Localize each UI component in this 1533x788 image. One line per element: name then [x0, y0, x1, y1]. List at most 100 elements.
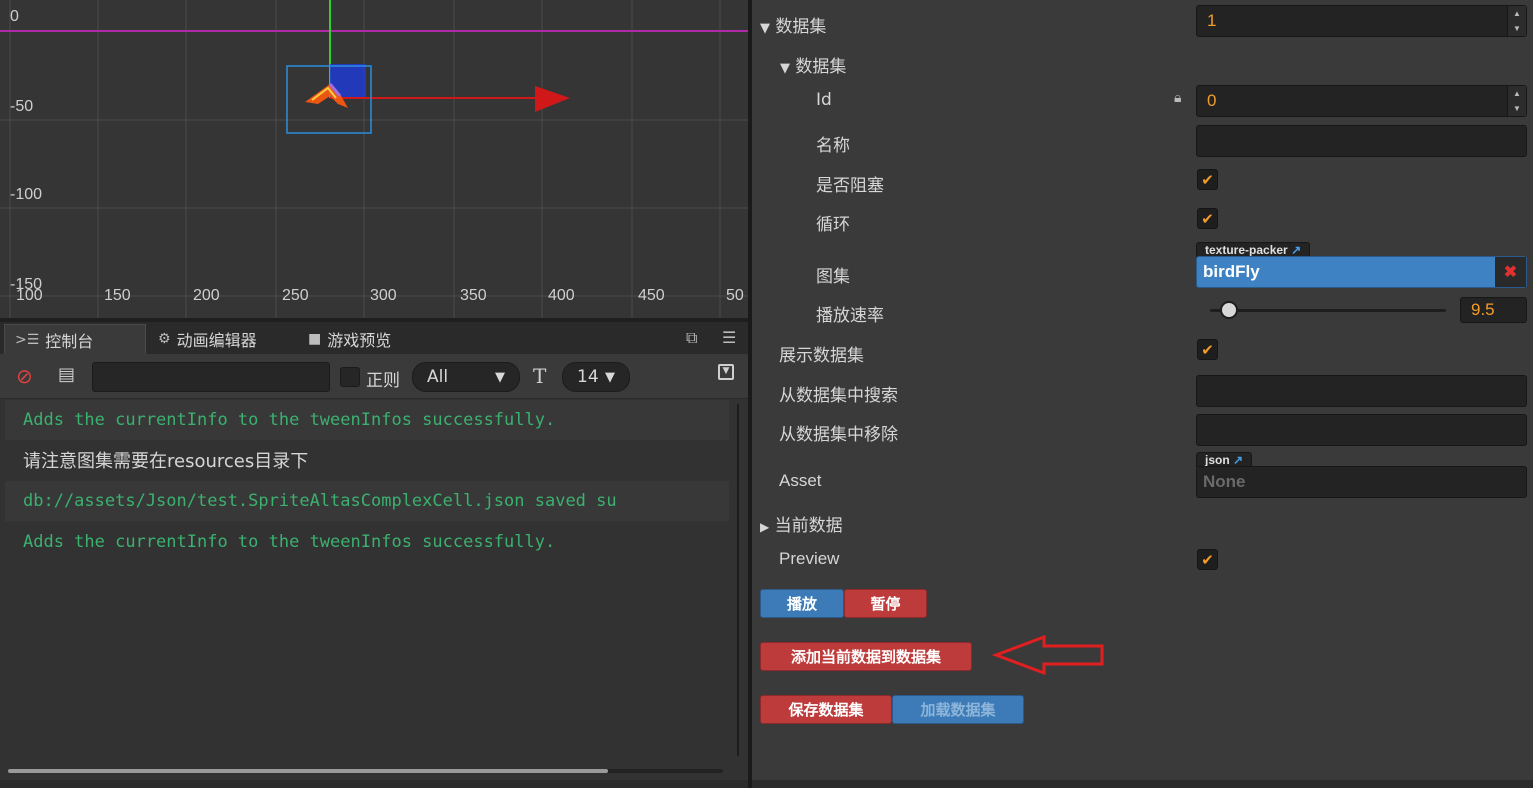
- console-icon: >☰: [15, 331, 40, 348]
- menu-icon[interactable]: ☰: [722, 328, 736, 347]
- chevron-down-icon: ▼: [605, 369, 615, 385]
- chevron-down-icon: ▼: [495, 369, 505, 385]
- sub-dataset-row[interactable]: ▼ 数据集: [780, 52, 846, 77]
- block-label: 是否阻塞: [816, 176, 884, 196]
- font-size-icon: T: [533, 364, 547, 388]
- log-text: Adds the currentInfo to the tweenInfos s…: [23, 410, 556, 430]
- y-tick: 0: [10, 8, 19, 25]
- log-entry[interactable]: Adds the currentInfo to the tweenInfos s…: [5, 522, 729, 562]
- console-panel: >☰ 控制台 ⚙ 动画编辑器 ■ 游戏预览 ⧉ ☰ ⊘ ▤ 正则 All ▼ T…: [0, 322, 749, 780]
- current-data-row[interactable]: ▶ 当前数据: [760, 511, 843, 536]
- log-file-icon[interactable]: ▤: [58, 364, 75, 385]
- camera-icon: ■: [308, 331, 322, 347]
- vertical-scrollbar[interactable]: [737, 404, 739, 756]
- speed-value: 9.5: [1471, 300, 1495, 319]
- dataset-label: 数据集: [775, 17, 827, 37]
- log-entry[interactable]: 请注意图集需要在resources目录下: [5, 440, 729, 480]
- level-value: All: [427, 367, 449, 387]
- block-checkbox[interactable]: ✔: [1197, 169, 1218, 190]
- id-stepper[interactable]: ▲ ▼: [1507, 86, 1526, 116]
- dataset-size-stepper[interactable]: ▲ ▼: [1507, 6, 1526, 36]
- dataset-size-field[interactable]: 1 ▲ ▼: [1196, 5, 1527, 37]
- scrollbar-thumb[interactable]: [8, 769, 608, 773]
- asset-field[interactable]: None: [1196, 466, 1527, 498]
- log-text: db://assets/Json/test.SpriteAltasComplex…: [23, 491, 617, 511]
- popout-icon[interactable]: ⧉: [686, 328, 697, 348]
- search-input[interactable]: [92, 362, 330, 392]
- annotation-arrow-icon: [992, 634, 1104, 676]
- console-log: Adds the currentInfo to the tweenInfos s…: [0, 400, 736, 770]
- show-dataset-label: 展示数据集: [779, 346, 864, 366]
- x-tick: 50: [726, 287, 744, 304]
- scene-grid: [0, 0, 748, 318]
- log-entry[interactable]: Adds the currentInfo to the tweenInfos s…: [5, 400, 729, 440]
- atlas-type: texture-packer: [1205, 243, 1288, 257]
- expand-arrow-icon: ▼: [780, 61, 790, 76]
- atlas-label: 图集: [816, 267, 850, 287]
- x-tick: 300: [370, 287, 397, 304]
- current-data-label: 当前数据: [774, 516, 843, 536]
- name-field[interactable]: [1196, 125, 1527, 157]
- y-tick: -100: [10, 186, 43, 203]
- atlas-field[interactable]: birdFly ✖: [1196, 256, 1527, 288]
- show-dataset-checkbox[interactable]: ✔: [1197, 339, 1218, 360]
- collapse-arrow-icon: ▶: [760, 520, 770, 534]
- search-dataset-field[interactable]: [1196, 375, 1527, 407]
- atlas-type-tag: texture-packer ↗: [1196, 242, 1311, 257]
- speed-slider-track[interactable]: [1210, 309, 1446, 312]
- speed-field[interactable]: 9.5: [1460, 297, 1527, 323]
- font-size-value: 14: [577, 367, 599, 387]
- log-entry[interactable]: db://assets/Json/test.SpriteAltasComplex…: [5, 481, 729, 521]
- horizontal-scrollbar[interactable]: [8, 769, 723, 773]
- asset-label: Asset: [779, 471, 822, 490]
- log-text: Adds the currentInfo to the tweenInfos s…: [23, 532, 556, 552]
- clear-atlas-icon[interactable]: ✖: [1495, 257, 1526, 287]
- external-link-icon[interactable]: ↗: [1291, 243, 1301, 257]
- load-dataset-button[interactable]: 加载数据集: [892, 695, 1024, 724]
- play-button[interactable]: 播放: [760, 589, 844, 618]
- save-dataset-button[interactable]: 保存数据集: [760, 695, 892, 724]
- add-to-dataset-button[interactable]: 添加当前数据到数据集: [760, 642, 972, 671]
- tab-console[interactable]: >☰ 控制台: [4, 324, 146, 354]
- tab-label: 游戏预览: [327, 331, 392, 350]
- asset-type-tag: json ↗: [1196, 452, 1253, 467]
- x-tick: 100: [16, 287, 43, 304]
- tab-animation-editor[interactable]: ⚙ 动画编辑器: [148, 324, 298, 354]
- sub-dataset-label: 数据集: [795, 57, 847, 77]
- dataset-row[interactable]: ▼ 数据集: [760, 12, 826, 37]
- console-toolbar: ⊘ ▤ 正则 All ▼ T 14 ▼ ▼: [0, 354, 748, 399]
- clear-icon[interactable]: ⊘: [16, 364, 33, 388]
- x-tick: 400: [548, 287, 575, 304]
- remove-dataset-label: 从数据集中移除: [779, 425, 898, 445]
- id-value: 0: [1207, 91, 1217, 110]
- level-select[interactable]: All ▼: [412, 362, 520, 392]
- preview-checkbox[interactable]: ✔: [1197, 549, 1218, 570]
- asset-value: None: [1203, 472, 1246, 491]
- speed-label: 播放速率: [816, 306, 884, 326]
- id-label: Id: [816, 90, 832, 110]
- x-tick: 350: [460, 287, 487, 304]
- scene-view[interactable]: 0 -50 -100 -150 100 150 200 250 300 350 …: [0, 0, 748, 318]
- pause-button[interactable]: 暂停: [844, 589, 927, 618]
- asset-type: json: [1205, 453, 1230, 467]
- preview-label: Preview: [779, 549, 840, 568]
- font-size-select[interactable]: 14 ▼: [562, 362, 630, 392]
- dataset-size-value: 1: [1207, 11, 1217, 30]
- id-field[interactable]: 0 ▲ ▼: [1196, 85, 1527, 117]
- y-tick: -50: [10, 98, 34, 115]
- name-label: 名称: [816, 136, 850, 156]
- lock-icon: 🔒︎: [1174, 90, 1182, 106]
- loop-checkbox[interactable]: ✔: [1197, 208, 1218, 229]
- x-arrow-head: [535, 86, 570, 112]
- log-text: 请注意图集需要在resources目录下: [23, 451, 309, 472]
- remove-dataset-field[interactable]: [1196, 414, 1527, 446]
- collapse-icon[interactable]: ▼: [718, 364, 734, 380]
- external-link-icon[interactable]: ↗: [1233, 453, 1243, 467]
- x-tick: 200: [193, 287, 220, 304]
- x-tick: 450: [638, 287, 665, 304]
- speed-slider-thumb[interactable]: [1219, 301, 1238, 319]
- search-dataset-label: 从数据集中搜索: [779, 386, 898, 406]
- regex-checkbox[interactable]: [340, 367, 360, 387]
- tab-game-preview[interactable]: ■ 游戏预览: [298, 324, 428, 354]
- regex-label: 正则: [366, 371, 400, 391]
